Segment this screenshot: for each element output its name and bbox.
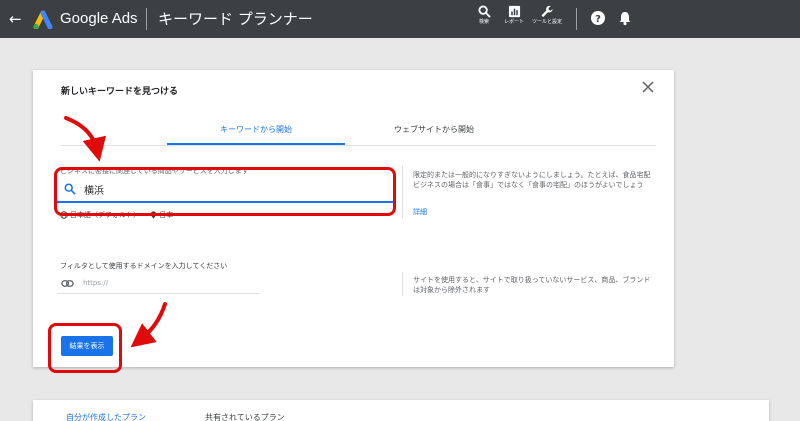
annotation-arrow-button [130, 302, 167, 348]
tab-my-plans[interactable]: 自分が作成したプラン [66, 412, 146, 421]
tab-shared-plans[interactable]: 共有されているプラン [205, 412, 285, 421]
annotation-arrow-keyword [64, 116, 107, 162]
plans-panel: 自分が作成したプラン 共有されているプラン [33, 400, 769, 421]
annotation-arrows [64, 116, 167, 348]
